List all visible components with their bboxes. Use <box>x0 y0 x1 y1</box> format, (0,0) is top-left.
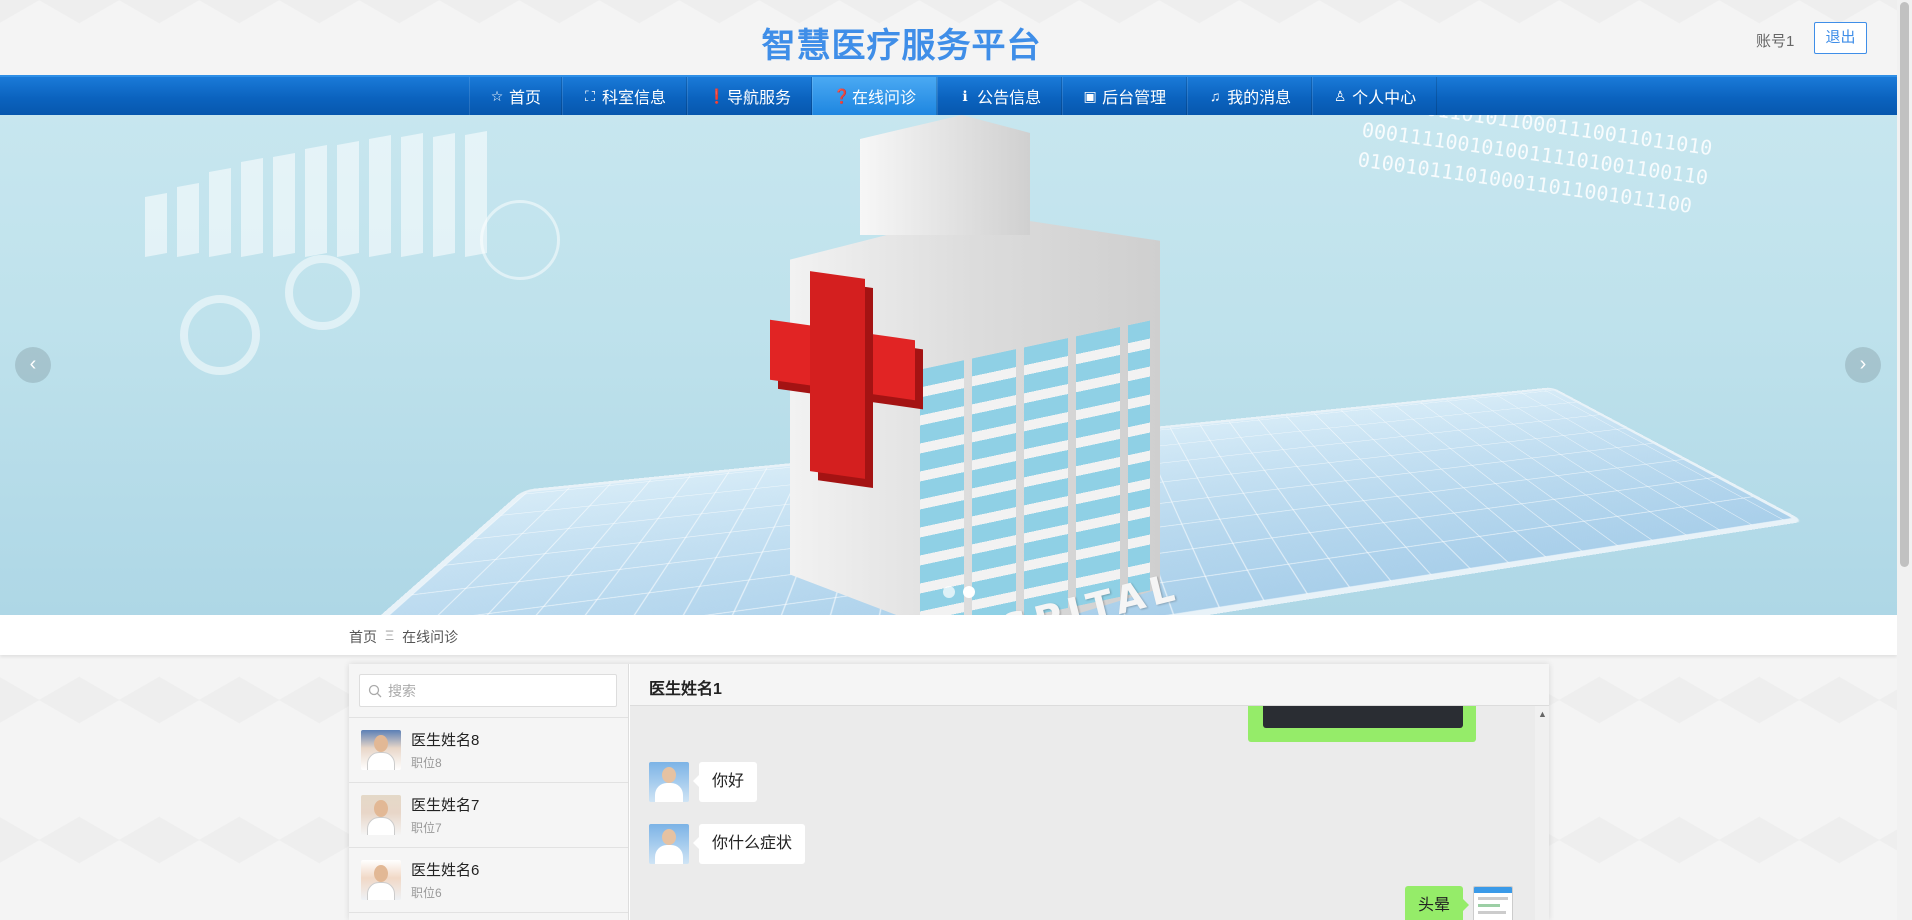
message-row: 你好 <box>649 762 758 802</box>
question-circle-icon: ❓ <box>833 87 851 104</box>
site-title: 智慧医疗服务平台 <box>761 26 1042 66</box>
image-message[interactable] <box>1248 706 1476 742</box>
nav-item-my-messages[interactable]: ♫ 我的消息 <box>1187 77 1313 115</box>
red-cross-icon-vertical <box>810 271 865 479</box>
contact-sidebar: 医生姓名8 职位8 医生姓名7 职位7 医生姓名6 职位6 <box>349 664 629 920</box>
nav-item-label: 后台管理 <box>1102 90 1167 107</box>
carousel-dot-1[interactable] <box>943 586 955 598</box>
contact-name: 医生姓名8 <box>411 732 480 749</box>
breadcrumb-home[interactable]: 首页 <box>349 627 377 647</box>
account-label: 账号1 <box>1756 33 1795 50</box>
nav-item-label: 首页 <box>509 90 542 107</box>
banner-carousel: 10100011010110001110011011010 0001111001… <box>0 115 1897 615</box>
search-box[interactable] <box>359 674 617 707</box>
contact-title: 职位7 <box>411 821 442 835</box>
message-bubble-self: 头晕 <box>1405 886 1470 920</box>
globe-decoration <box>480 200 560 280</box>
carousel-dot-2[interactable] <box>963 586 975 598</box>
chat-scrollbar[interactable]: ▲ <box>1535 706 1549 920</box>
main-nav: ☆ 首页 ⛶ 科室信息 ❗ 导航服务 ❓ 在线问诊 ℹ 公告信息 ▣ 后台管理 … <box>0 75 1897 115</box>
breadcrumb-current: 在线问诊 <box>402 629 459 645</box>
nav-item-navigation-service[interactable]: ❗ 导航服务 <box>687 77 813 115</box>
contact-title: 职位6 <box>411 886 442 900</box>
contact-name: 医生姓名6 <box>411 862 480 879</box>
nav-item-label: 公告信息 <box>977 90 1042 107</box>
headset-icon: ♫ <box>1209 88 1221 104</box>
carousel-next-button[interactable]: › <box>1845 347 1881 383</box>
page-header: 智慧医疗服务平台 账号1 退出 <box>0 0 1900 75</box>
breadcrumb-separator-icon: Ξ <box>385 627 395 643</box>
avatar <box>361 795 401 835</box>
ring-decoration <box>285 255 360 330</box>
chat-panel: 医生姓名8 职位8 医生姓名7 职位7 医生姓名6 职位6 医生姓名1 你好 <box>349 664 1549 920</box>
avatar <box>361 730 401 770</box>
nav-item-announcements[interactable]: ℹ 公告信息 <box>937 77 1063 115</box>
alert-circle-icon: ❗ <box>708 87 726 104</box>
chat-header-title: 医生姓名1 <box>630 664 1549 706</box>
scroll-up-arrow-icon[interactable]: ▲ <box>1538 709 1547 719</box>
message-bubble: 你什么症状 <box>692 824 806 864</box>
info-circle-icon: ℹ <box>962 87 968 104</box>
search-input[interactable] <box>388 682 588 699</box>
contact-name: 医生姓名7 <box>411 797 480 814</box>
contact-item[interactable]: 医生姓名7 职位7 <box>349 783 628 848</box>
contact-title: 职位8 <box>411 756 442 770</box>
message-row: 你什么症状 <box>649 824 806 864</box>
avatar <box>361 860 401 900</box>
message-row-self: 头晕 <box>1405 886 1514 920</box>
star-icon: ☆ <box>490 87 504 104</box>
user-icon: ♙ <box>1333 87 1347 104</box>
message-bubble: 你好 <box>692 762 758 802</box>
nav-item-label: 个人中心 <box>1352 90 1417 107</box>
logout-button[interactable]: 退出 <box>1814 22 1867 54</box>
doctor-avatar <box>649 762 689 802</box>
nav-item-label: 导航服务 <box>727 90 792 107</box>
scrollbar-thumb[interactable] <box>1900 2 1909 567</box>
chat-window: 医生姓名1 你好 你什么症状 头晕 ▲ <box>630 664 1549 920</box>
breadcrumb: 首页 Ξ 在线问诊 <box>349 627 458 647</box>
nav-item-online-consultation[interactable]: ❓ 在线问诊 <box>812 77 938 115</box>
binary-decoration: 10100011010110001110011011010 0001111001… <box>1356 115 1714 218</box>
doctor-avatar <box>649 824 689 864</box>
ring-decoration <box>180 295 260 375</box>
nav-item-home[interactable]: ☆ 首页 <box>469 77 563 115</box>
nav-item-departments[interactable]: ⛶ 科室信息 <box>562 77 688 115</box>
nav-item-profile[interactable]: ♙ 个人中心 <box>1312 77 1438 115</box>
search-icon <box>368 684 382 697</box>
breadcrumb-bar: 首页 Ξ 在线问诊 <box>0 615 1897 655</box>
nav-item-label: 我的消息 <box>1227 90 1292 107</box>
contact-item[interactable]: 医生姓名8 职位8 <box>349 718 628 783</box>
nav-item-admin[interactable]: ▣ 后台管理 <box>1062 77 1188 115</box>
briefcase-icon: ▣ <box>1083 87 1097 104</box>
contact-item[interactable]: 医生姓名6 职位6 <box>349 848 628 913</box>
hospital-tower-illustration <box>860 115 1030 235</box>
carousel-prev-button[interactable]: ‹ <box>15 347 51 383</box>
nav-item-label: 科室信息 <box>602 90 667 107</box>
my-avatar <box>1473 886 1514 920</box>
building-windows <box>920 320 1150 615</box>
bag-icon: ⛶ <box>585 87 595 104</box>
page-scrollbar[interactable] <box>1897 0 1912 920</box>
nav-item-label: 在线问诊 <box>852 90 917 107</box>
